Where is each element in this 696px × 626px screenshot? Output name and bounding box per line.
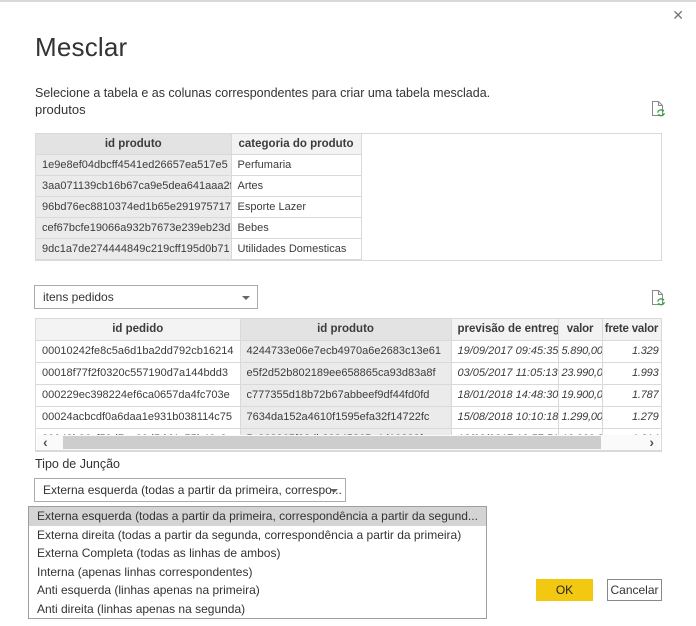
table-cell[interactable]: 7634da152a4610f1595efa32f14722fc <box>240 407 451 429</box>
join-option[interactable]: Anti esquerda (linhas apenas na primeira… <box>29 581 486 600</box>
table-cell[interactable]: 1.299,00 <box>558 407 602 429</box>
table-cell[interactable]: 3aa071139cb16b67ca9e5dea641aaa2f <box>36 176 231 197</box>
join-option[interactable]: Externa esquerda (todas a partir da prim… <box>29 507 486 526</box>
table-row: 1e9e8ef04dbcff4541ed26657ea517e5Perfumar… <box>36 155 361 176</box>
table-row: 00018f77f2f0320c557190d7a144bdd3e5f2d52b… <box>36 363 661 385</box>
products-header-row: id produtocategoria do produto <box>36 134 361 155</box>
table-row: 3aa071139cb16b67ca9e5dea641aaa2fArtes <box>36 176 361 197</box>
refresh-preview-icon[interactable] <box>648 288 668 308</box>
page-refresh-icon <box>648 99 668 119</box>
table-cell[interactable]: c777355d18b72b67abbeef9df44fd0fd <box>240 385 451 407</box>
join-option[interactable]: Externa Completa (todas as linhas de amb… <box>29 544 486 563</box>
column-header[interactable]: categoria do produto <box>231 134 361 155</box>
table-cell[interactable]: 00018f77f2f0320c557190d7a144bdd3 <box>36 363 240 385</box>
table-cell[interactable]: 15/08/2018 10:10:18 <box>451 407 558 429</box>
close-icon[interactable]: ✕ <box>672 7 684 23</box>
dialog-subtitle: Selecione a tabela e as colunas correspo… <box>35 86 490 100</box>
ok-button[interactable]: OK <box>536 579 593 601</box>
table-cell[interactable]: 19.900,00 <box>558 385 602 407</box>
table-cell[interactable]: 000229ec398224ef6ca0657da4fc703e <box>36 385 240 407</box>
items-header-row: id pedidoid produtoprevisão de entregava… <box>36 319 661 341</box>
table-cell[interactable]: 1.787 <box>602 385 661 407</box>
cancel-button[interactable]: Cancelar <box>607 579 662 601</box>
column-header[interactable]: id produto <box>240 319 451 341</box>
products-table: id produtocategoria do produto 1e9e8ef04… <box>36 134 362 260</box>
table-cell[interactable]: 18/01/2018 14:48:30 <box>451 385 558 407</box>
table-cell[interactable]: Perfumaria <box>231 155 361 176</box>
table-row: 96bd76ec8810374ed1b65e291975717fEsporte … <box>36 197 361 218</box>
join-kind-select[interactable]: Externa esquerda (todas a partir da prim… <box>34 478 346 502</box>
table-cell[interactable]: 1e9e8ef04dbcff4541ed26657ea517e5 <box>36 155 231 176</box>
scroll-right-icon[interactable]: › <box>649 435 654 449</box>
table-cell[interactable]: e5f2d52b802189ee658865ca93d83a8f <box>240 363 451 385</box>
table-cell[interactable]: 1.329 <box>602 341 661 363</box>
scroll-left-icon[interactable]: ‹ <box>43 435 48 449</box>
products-preview-grid: id produtocategoria do produto 1e9e8ef04… <box>35 133 662 261</box>
table-row: 000229ec398224ef6ca0657da4fc703ec777355d… <box>36 385 661 407</box>
table-cell[interactable]: cef67bcfe19066a932b7673e239eb23d <box>36 218 231 239</box>
column-header[interactable]: id produto <box>36 134 231 155</box>
second-table-select-value: itens pedidos <box>43 290 114 304</box>
join-option[interactable]: Interna (apenas linhas correspondentes) <box>29 563 486 582</box>
table-row: 00010242fe8c5a6d1ba2dd792cb162144244733e… <box>36 341 661 363</box>
merge-dialog: ✕ Mesclar Selecione a tabela e as coluna… <box>0 0 696 626</box>
column-header[interactable]: previsão de entrega <box>451 319 558 341</box>
table-cell[interactable]: Bebes <box>231 218 361 239</box>
table-cell[interactable]: 4244733e06e7ecb4970a6e2683c13e61 <box>240 341 451 363</box>
table-cell[interactable]: 96bd76ec8810374ed1b65e291975717f <box>36 197 231 218</box>
scrollbar-thumb[interactable] <box>63 436 601 449</box>
table-cell[interactable]: Esporte Lazer <box>231 197 361 218</box>
join-option[interactable]: Anti direita (linhas apenas na segunda) <box>29 600 486 619</box>
join-kind-select-value: Externa esquerda (todas a partir da prim… <box>43 483 342 497</box>
column-header[interactable]: id pedido <box>36 319 240 341</box>
table-cell[interactable]: Artes <box>231 176 361 197</box>
chevron-down-icon <box>330 489 338 493</box>
table-cell[interactable]: 9dc1a7de274444849c219cff195d0b71 <box>36 239 231 260</box>
join-kind-dropdown-list: Externa esquerda (todas a partir da prim… <box>28 506 487 619</box>
table-cell[interactable]: 00024acbcdf0a6daa1e931b038114c75 <box>36 407 240 429</box>
items-preview-grid: id pedidoid produtoprevisão de entregava… <box>35 318 662 452</box>
column-header[interactable]: valor <box>558 319 602 341</box>
horizontal-scrollbar[interactable]: ‹ › <box>37 435 660 450</box>
table-cell[interactable]: 5.890,00 <box>558 341 602 363</box>
items-table: id pedidoid produtoprevisão de entregava… <box>36 319 662 451</box>
table-row: 9dc1a7de274444849c219cff195d0b71Utilidad… <box>36 239 361 260</box>
chevron-down-icon <box>242 296 250 300</box>
table-cell[interactable]: 00010242fe8c5a6d1ba2dd792cb16214 <box>36 341 240 363</box>
column-header[interactable]: frete valor <box>602 319 661 341</box>
table-row: 00024acbcdf0a6daa1e931b038114c757634da15… <box>36 407 661 429</box>
refresh-preview-icon[interactable] <box>648 99 668 119</box>
table-cell[interactable]: 23.990,00 <box>558 363 602 385</box>
table-cell[interactable]: 1.279 <box>602 407 661 429</box>
table-row: cef67bcfe19066a932b7673e239eb23dBebes <box>36 218 361 239</box>
page-title: Mesclar <box>35 32 127 63</box>
table-cell[interactable]: 03/05/2017 11:05:13 <box>451 363 558 385</box>
page-refresh-icon <box>648 288 668 308</box>
table-cell[interactable]: 19/09/2017 09:45:35 <box>451 341 558 363</box>
second-table-select[interactable]: itens pedidos <box>34 285 258 309</box>
first-table-label: produtos <box>35 102 86 117</box>
join-kind-label: Tipo de Junção <box>35 457 120 471</box>
table-cell[interactable]: Utilidades Domesticas <box>231 239 361 260</box>
join-option[interactable]: Externa direita (todas a partir da segun… <box>29 526 486 545</box>
table-cell[interactable]: 1.993 <box>602 363 661 385</box>
